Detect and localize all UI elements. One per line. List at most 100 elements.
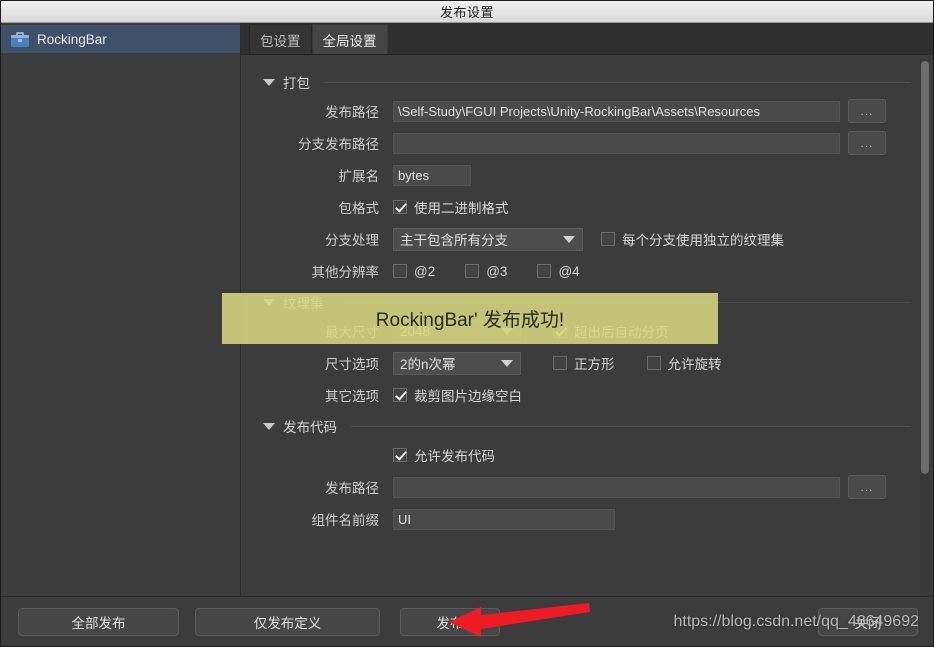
section-title: 发布代码 xyxy=(283,420,337,435)
tab-label: 包设置 xyxy=(260,33,301,49)
section-header-packing[interactable]: 打包 xyxy=(253,69,911,95)
row-code-publish-path: 发布路径 ... xyxy=(253,471,911,503)
section-divider xyxy=(324,81,911,83)
other-resolutions-label: 其他分辨率 xyxy=(311,265,380,280)
row-extension: 扩展名 bytes xyxy=(253,159,911,191)
branch-atlas-checkbox[interactable]: 每个分支使用独立的纹理集 xyxy=(601,229,784,249)
branch-path-input[interactable] xyxy=(393,132,840,154)
publish-button[interactable]: 发布 xyxy=(400,607,500,636)
resolution-x4-checkbox[interactable]: @4 xyxy=(537,263,580,279)
checkbox-box xyxy=(393,448,407,462)
section-divider xyxy=(351,425,911,427)
vertical-scrollbar[interactable] xyxy=(920,59,930,600)
sidebar-item-rockingbar[interactable]: RockingBar xyxy=(1,25,240,53)
triangle-down-icon xyxy=(263,422,275,430)
code-publish-path-input[interactable] xyxy=(393,476,840,498)
branch-path-browse-button[interactable]: ... xyxy=(848,131,886,155)
publish-path-browse-button[interactable]: ... xyxy=(848,99,886,123)
checkbox-box xyxy=(393,264,407,278)
row-other-option: 其它选项 裁剪图片边缘空白 xyxy=(253,379,911,411)
publish-all-button[interactable]: 全部发布 xyxy=(18,607,179,636)
publish-path-input[interactable]: \Self-Study\FGUI Projects\Unity-RockingB… xyxy=(393,100,840,122)
allow-publish-code-checkbox[interactable]: 允许发布代码 xyxy=(393,445,495,465)
row-component-prefix: 组件名前缀 UI xyxy=(253,503,911,535)
sidebar-item-label: RockingBar xyxy=(37,31,107,47)
close-button[interactable]: 关闭 xyxy=(818,607,918,636)
chevron-down-icon xyxy=(501,359,513,367)
branch-path-label: 分支发布路径 xyxy=(298,137,379,152)
vertical-scrollbar-thumb[interactable] xyxy=(921,61,929,474)
max-size-value: 2048 xyxy=(400,323,431,339)
checkbox-label: 正方形 xyxy=(574,357,615,372)
row-allow-publish-code: 允许发布代码 xyxy=(253,439,911,471)
section-atlas: 纹理集 最大尺寸 2048 超出后自动分页 尺寸选项 2的n次幂 正方形 允许旋… xyxy=(253,289,911,411)
auto-paginate-checkbox[interactable]: 超出后自动分页 xyxy=(553,321,669,341)
max-size-label: 最大尺寸 xyxy=(325,325,379,340)
section-header-publish-code[interactable]: 发布代码 xyxy=(253,413,911,439)
section-title: 打包 xyxy=(283,76,310,91)
tab-package-settings[interactable]: 包设置 xyxy=(249,24,312,54)
max-size-select[interactable]: 2048 xyxy=(393,319,521,343)
checkbox-label: @2 xyxy=(414,263,436,279)
settings-panel: 打包 发布路径 \Self-Study\FGUI Projects\Unity-… xyxy=(241,55,933,596)
checkbox-box xyxy=(553,324,567,338)
trim-blank-checkbox[interactable]: 裁剪图片边缘空白 xyxy=(393,385,522,405)
checkbox-box xyxy=(465,264,480,278)
section-publish-code: 发布代码 允许发布代码 发布路径 ... 组件名前缀 UI xyxy=(253,413,911,535)
checkbox-label: 裁剪图片边缘空白 xyxy=(414,389,522,404)
checkbox-box xyxy=(393,388,407,402)
branch-mode-value: 主干包含所有分支 xyxy=(400,233,508,248)
row-other-resolutions: 其他分辨率 @2 @3 @4 xyxy=(253,255,911,287)
publish-path-label: 发布路径 xyxy=(325,105,379,120)
branch-mode-label: 分支处理 xyxy=(325,233,379,248)
allow-rotate-checkbox[interactable]: 允许旋转 xyxy=(646,353,722,373)
binary-format-checkbox[interactable]: 使用二进制格式 xyxy=(393,197,509,217)
window-titlebar: 发布设置 xyxy=(1,1,933,23)
checkbox-label: 超出后自动分页 xyxy=(574,325,669,340)
window-title: 发布设置 xyxy=(439,5,494,20)
section-title: 纹理集 xyxy=(283,296,324,311)
tab-global-settings[interactable]: 全局设置 xyxy=(311,24,388,54)
package-sidebar: RockingBar xyxy=(1,23,241,596)
checkbox-label: 使用二进制格式 xyxy=(414,201,509,216)
extension-label: 扩展名 xyxy=(338,169,380,184)
checkbox-label: 允许发布代码 xyxy=(414,449,495,464)
resolution-x3-checkbox[interactable]: @3 xyxy=(465,264,507,279)
checkbox-box xyxy=(601,232,615,246)
section-divider xyxy=(337,301,911,303)
checkbox-label: @3 xyxy=(486,263,508,279)
settings-scroll-area: 打包 发布路径 \Self-Study\FGUI Projects\Unity-… xyxy=(241,55,933,600)
checkbox-label: 允许旋转 xyxy=(667,357,722,372)
branch-mode-select[interactable]: 主干包含所有分支 xyxy=(393,227,583,251)
component-prefix-label: 组件名前缀 xyxy=(311,513,380,528)
extension-input[interactable]: bytes xyxy=(393,164,471,186)
code-publish-path-browse-button[interactable]: ... xyxy=(848,475,886,499)
section-header-atlas[interactable]: 纹理集 xyxy=(253,289,911,315)
chevron-down-icon xyxy=(563,235,575,243)
checkbox-label: 每个分支使用独立的纹理集 xyxy=(622,233,784,248)
checkbox-box xyxy=(537,264,552,278)
checkbox-box xyxy=(646,356,661,370)
checkbox-box xyxy=(553,356,567,370)
size-option-select[interactable]: 2的n次幂 xyxy=(393,351,521,375)
row-branch-mode: 分支处理 主干包含所有分支 每个分支使用独立的纹理集 xyxy=(253,223,911,255)
triangle-down-icon xyxy=(263,298,275,306)
resolution-x2-checkbox[interactable]: @2 xyxy=(393,264,435,279)
square-checkbox[interactable]: 正方形 xyxy=(553,353,615,373)
checkbox-box xyxy=(393,200,407,214)
toolbox-icon xyxy=(11,31,29,47)
row-branch-publish-path: 分支发布路径 ... xyxy=(253,127,911,159)
section-packing: 打包 发布路径 \Self-Study\FGUI Projects\Unity-… xyxy=(253,69,911,287)
settings-content: 包设置 全局设置 打包 发布路径 \Self-Study\FGUI Projec… xyxy=(241,23,933,600)
footer-button-bar: 全部发布 仅发布定义 发布 关闭 https://blog.csdn.net/q… xyxy=(1,596,933,646)
chevron-down-icon xyxy=(501,327,513,335)
size-option-value: 2的n次幂 xyxy=(400,357,456,372)
settings-tabstrip: 包设置 全局设置 xyxy=(241,23,933,55)
component-prefix-input[interactable]: UI xyxy=(393,508,615,530)
publish-definitions-only-button[interactable]: 仅发布定义 xyxy=(195,607,380,636)
size-option-label: 尺寸选项 xyxy=(325,357,379,372)
row-max-size: 最大尺寸 2048 超出后自动分页 xyxy=(253,315,911,347)
pack-format-label: 包格式 xyxy=(338,201,380,216)
triangle-down-icon xyxy=(263,78,275,86)
checkbox-label: @4 xyxy=(558,263,580,279)
